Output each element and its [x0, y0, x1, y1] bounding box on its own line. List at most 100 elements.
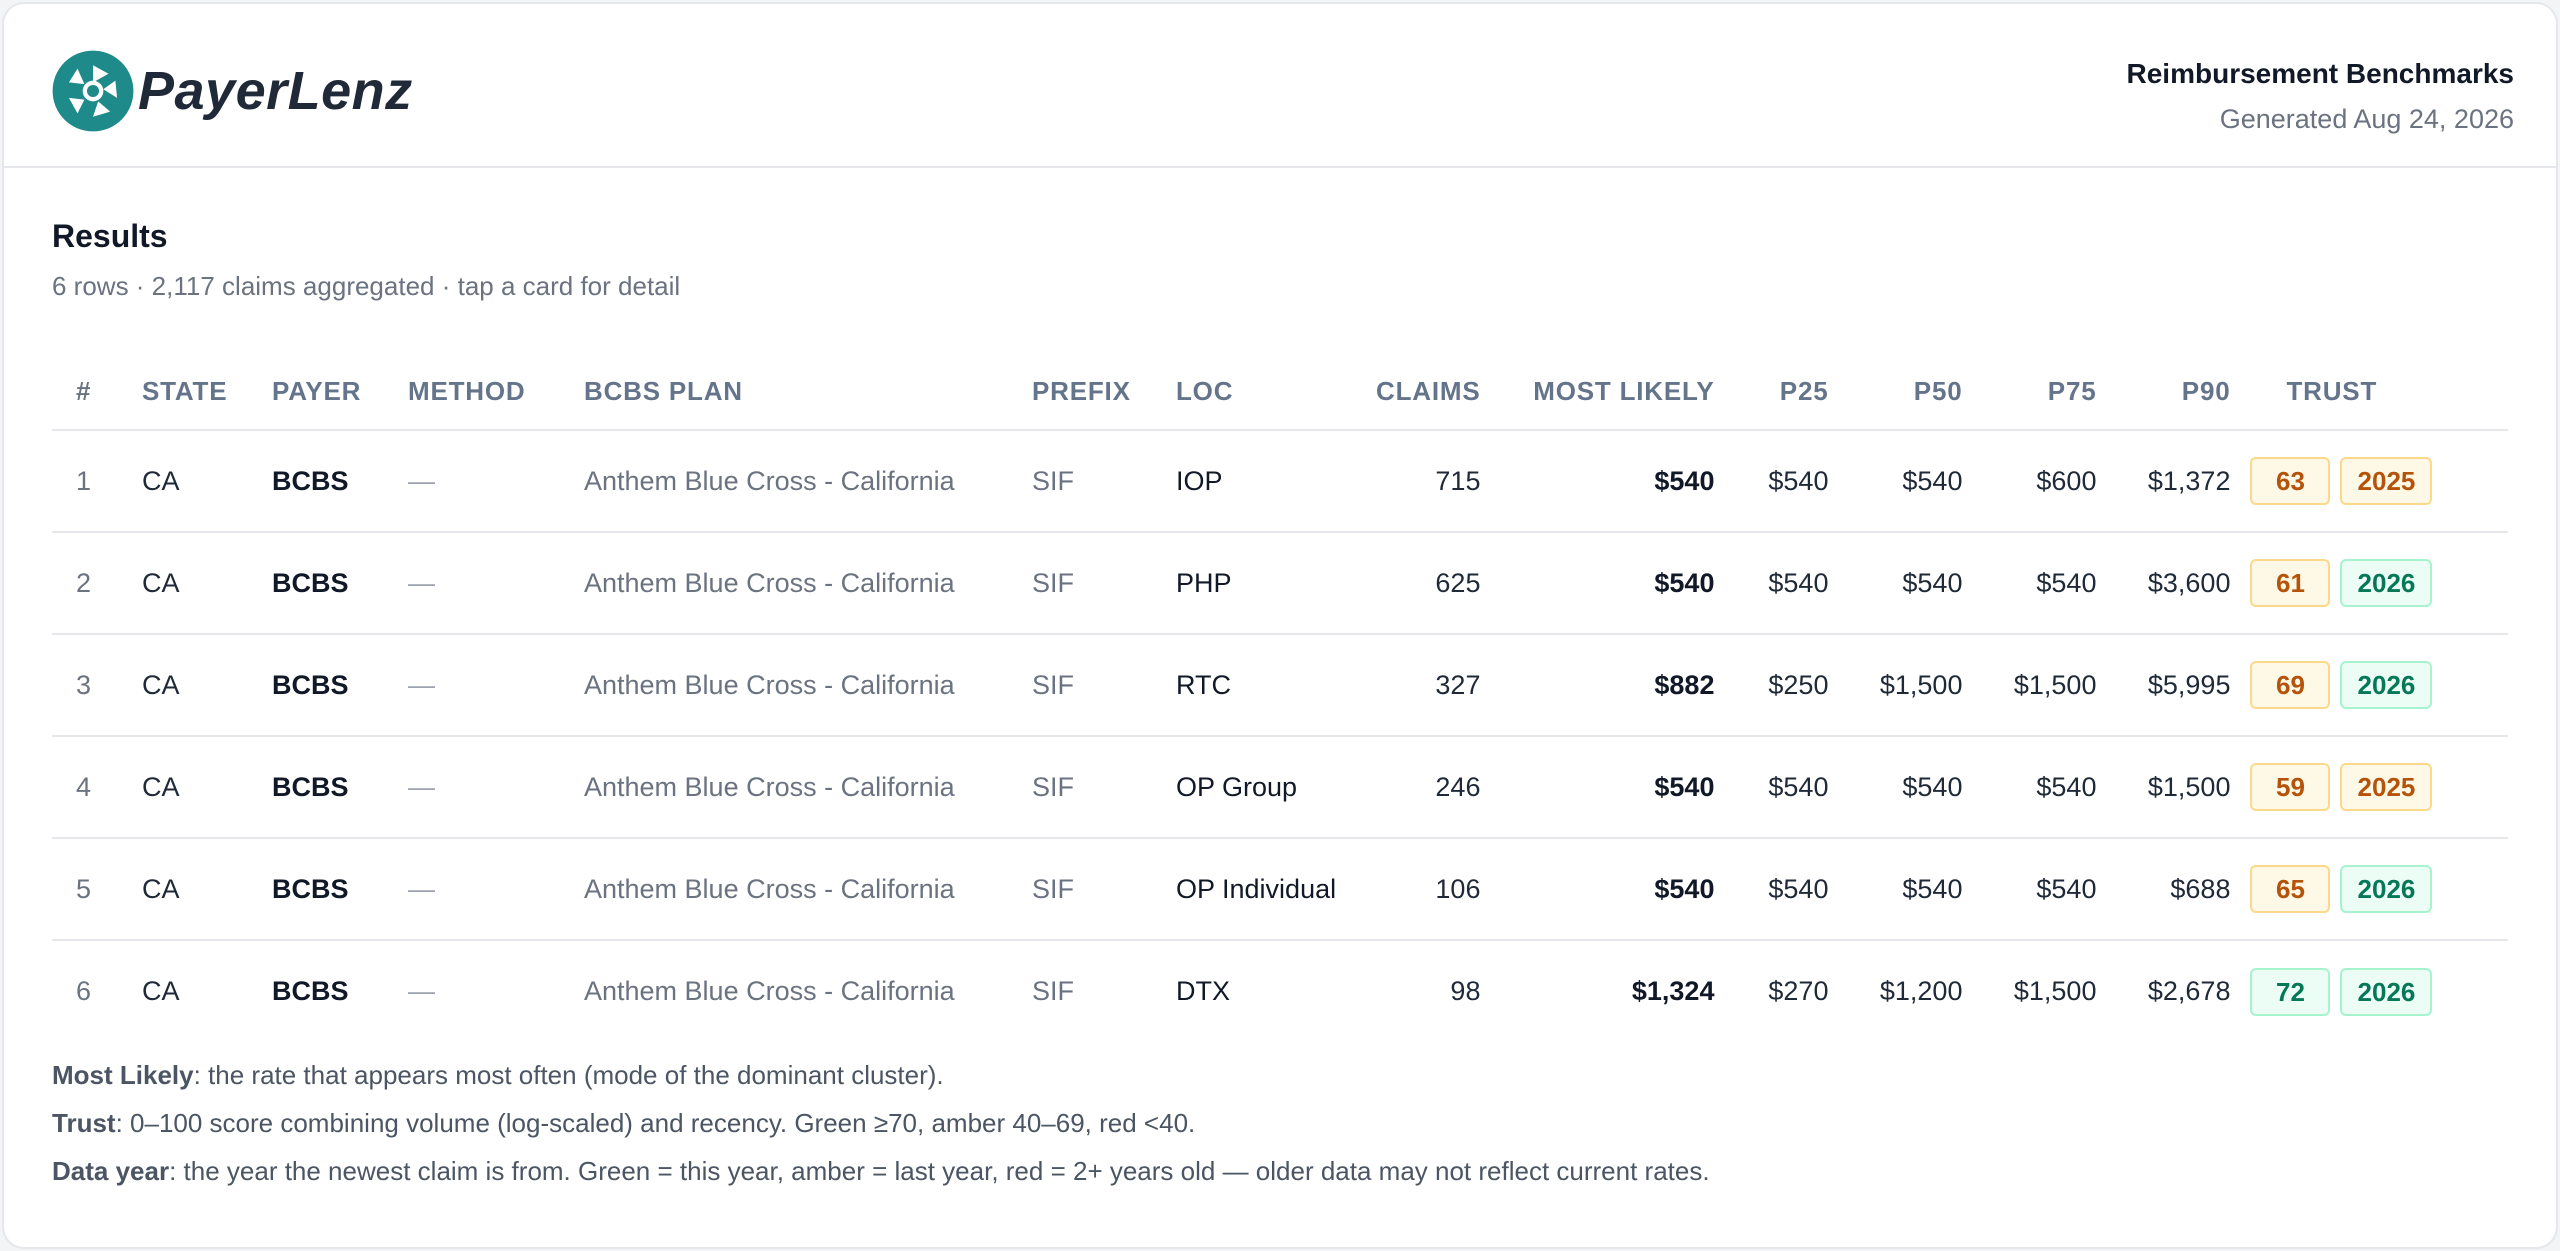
row-payer: BCBS [262, 736, 398, 839]
trust-score-badge: 72 [2250, 967, 2331, 1016]
row-index: 5 [52, 838, 132, 941]
table-row[interactable]: 2 CA BCBS — Anthem Blue Cross - California SI… [52, 532, 2508, 635]
row-method: — [408, 976, 435, 1006]
row-p50: $540 [1838, 736, 1973, 839]
note-text: : 0–100 score combining volume (log-scal… [115, 1108, 1196, 1138]
col-most-likely: MOST LIKELY [1490, 354, 1725, 431]
row-prefix: SIF [1022, 430, 1166, 533]
row-index: 2 [52, 532, 132, 635]
table-row[interactable]: 1 CA BCBS — Anthem Blue Cross - California SI… [52, 430, 2508, 533]
row-p90: $1,500 [2106, 736, 2241, 839]
trust-score-badge: 59 [2250, 763, 2331, 811]
row-trust: 65 2026 [2240, 838, 2508, 941]
row-state: CA [132, 634, 262, 737]
row-p75: $540 [1972, 838, 2107, 941]
row-p25: $540 [1724, 736, 1839, 839]
report-meta: Reimbursement Benchmarks Generated Aug 2… [2127, 58, 2514, 135]
note-text: : the year the newest claim is from. Gre… [169, 1156, 1710, 1186]
row-claims: 106 [1366, 838, 1491, 941]
row-p75: $600 [1972, 430, 2107, 533]
data-year-badge: 2025 [2340, 457, 2433, 505]
legend-notes: Most Likely: the rate that appears most … [4, 1042, 2556, 1187]
row-p75: $1,500 [1972, 634, 2107, 737]
row-method: — [398, 532, 574, 635]
row-most-likely: $540 [1490, 430, 1725, 533]
row-index: 1 [52, 430, 132, 533]
row-p25: $540 [1724, 430, 1839, 533]
row-prefix: SIF [1022, 532, 1166, 635]
note-most-likely: Most Likely: the rate that appears most … [52, 1060, 2508, 1091]
col-claims: CLAIMS [1366, 354, 1491, 431]
report-title: Reimbursement Benchmarks [2126, 58, 2514, 89]
row-plan: Anthem Blue Cross - California [574, 430, 1022, 533]
brand-name: PayerLenz [138, 61, 413, 121]
row-p75: $540 [1972, 532, 2107, 635]
note-term: Most Likely [52, 1060, 194, 1090]
row-p50: $1,500 [1838, 634, 1973, 737]
row-prefix: SIF [1022, 736, 1166, 839]
row-p25: $270 [1768, 976, 1829, 1006]
data-year-badge: 2026 [2340, 661, 2433, 709]
col-p50: P50 [1838, 354, 1973, 431]
row-payer: BCBS [262, 634, 398, 737]
row-claims: 715 [1366, 430, 1491, 533]
col-index: # [52, 354, 132, 431]
trust-score-badge: 65 [2250, 865, 2331, 913]
row-p90: $5,995 [2106, 634, 2241, 737]
row-loc: OP Individual [1166, 838, 1366, 941]
row-prefix: SIF [1022, 634, 1166, 737]
row-prefix: SIF [1022, 838, 1166, 941]
row-state: CA [142, 976, 180, 1006]
row-most-likely: $540 [1490, 736, 1725, 839]
row-index: 3 [52, 634, 132, 737]
row-loc: DTX [1176, 976, 1230, 1006]
data-year-badge: 2025 [2340, 763, 2433, 811]
row-plan: Anthem Blue Cross - California [574, 532, 1022, 635]
col-loc: LOC [1166, 354, 1366, 431]
note-text: : the rate that appears most often (mode… [193, 1060, 944, 1090]
row-loc: IOP [1166, 430, 1366, 533]
row-plan: Anthem Blue Cross - California [584, 976, 955, 1006]
report-card: PayerLenz Reimbursement Benchmarks Gener… [2, 2, 2558, 1249]
row-payer: BCBS [262, 838, 398, 941]
row-p25: $540 [1724, 838, 1839, 941]
row-state: CA [132, 430, 262, 533]
col-p90: P90 [2106, 354, 2241, 431]
table-row[interactable]: 6 CA BCBS — Anthem Blue Cross - California SI… [52, 940, 2508, 1042]
row-index: 6 [76, 976, 92, 1006]
table-row[interactable]: 5 CA BCBS — Anthem Blue Cross - California SI… [52, 838, 2508, 941]
row-p90: $1,372 [2106, 430, 2241, 533]
row-plan: Anthem Blue Cross - California [574, 736, 1022, 839]
note-trust: Trust: 0–100 score combining volume (log… [52, 1108, 2508, 1139]
row-p50: $1,200 [1879, 976, 1963, 1006]
brand-logo: PayerLenz [50, 48, 413, 134]
col-trust: TRUST [2240, 354, 2508, 431]
data-year-badge: 2026 [2340, 865, 2433, 913]
row-method: — [398, 736, 574, 839]
row-state: CA [132, 736, 262, 839]
trust-score-badge: 63 [2250, 457, 2331, 505]
row-p90: $3,600 [2106, 532, 2241, 635]
table-row[interactable]: 4 CA BCBS — Anthem Blue Cross - California SI… [52, 736, 2508, 839]
results-subtitle: 6 rows · 2,117 claims aggregated · tap a… [52, 271, 681, 301]
report-header: PayerLenz Reimbursement Benchmarks Gener… [4, 4, 2556, 168]
col-payer: PAYER [262, 354, 398, 431]
col-method: METHOD [398, 354, 574, 431]
row-p25: $250 [1724, 634, 1839, 737]
row-trust: 63 2025 [2240, 430, 2508, 533]
row-p25: $540 [1724, 532, 1839, 635]
row-method: — [398, 634, 574, 737]
row-p90: $688 [2106, 838, 2241, 941]
row-p50: $540 [1838, 532, 1973, 635]
table-row[interactable]: 3 CA BCBS — Anthem Blue Cross - California SI… [52, 634, 2508, 737]
data-year-badge: 2026 [2340, 559, 2433, 607]
results-table: # STATE PAYER METHOD BCBS PLAN PREFIX LO… [52, 354, 2508, 1042]
row-p75: $540 [1972, 736, 2107, 839]
col-state: STATE [132, 354, 262, 431]
row-claims: 246 [1366, 736, 1491, 839]
col-bcbs-plan: BCBS PLAN [574, 354, 1022, 431]
row-most-likely: $540 [1490, 532, 1725, 635]
trust-score-badge: 61 [2250, 559, 2331, 607]
row-state: CA [132, 838, 262, 941]
trust-score-badge: 69 [2250, 661, 2331, 709]
